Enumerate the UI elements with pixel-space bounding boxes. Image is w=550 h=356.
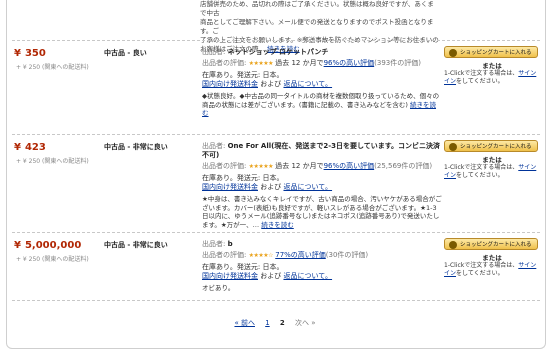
- seller-label: 出品者:: [202, 48, 226, 56]
- add-to-cart-button[interactable]: ショッピングカートに入れる: [444, 140, 538, 152]
- row-divider: [12, 232, 540, 233]
- seller-name[interactable]: b: [228, 240, 233, 248]
- cart-button-label: ショッピングカートに入れる: [460, 50, 532, 56]
- cart-button-label: ショッピングカートに入れる: [460, 242, 532, 248]
- purchase-options: ショッピングカートに入れる または 1-Clickで注文する場合は、サインインを…: [444, 140, 540, 180]
- offer-price: ¥5,000,000: [14, 240, 82, 251]
- offer-price: ¥350: [14, 48, 46, 59]
- or-label: または: [482, 156, 502, 164]
- oneclick-suffix: をしてください。: [456, 270, 504, 277]
- rating-link[interactable]: 77%の高い評価: [275, 251, 326, 259]
- rating-label: 出品者の評価:: [202, 59, 247, 67]
- seller-name[interactable]: One For All(現在、発送まで2-3日を要しています。コンビニ決済不可): [202, 142, 440, 159]
- item-condition: 中古品 - 非常に良い: [104, 241, 168, 249]
- purchase-options: ショッピングカートに入れる または 1-Clickで注文する場合は、サインインを…: [444, 46, 540, 86]
- shipping-rates-link[interactable]: 国内向け発送料金: [202, 183, 258, 191]
- rating-period: 過去 12 か月で: [275, 59, 324, 67]
- or-label: または: [482, 254, 502, 262]
- seller-label: 出品者:: [202, 240, 226, 248]
- stock-status: 在庫あり。発送元: 日本。: [202, 263, 284, 271]
- add-to-cart-button[interactable]: ショッピングカートに入れる: [444, 46, 538, 58]
- current-page: 2: [279, 319, 285, 327]
- item-condition: 中古品 - 非常に良い: [104, 143, 168, 151]
- cart-button-label: ショッピングカートに入れる: [460, 144, 532, 150]
- row-divider: [12, 134, 540, 135]
- add-to-cart-button[interactable]: ショッピングカートに入れる: [444, 238, 538, 250]
- seller-name[interactable]: ネットショップ ロケットパンチ: [228, 48, 329, 56]
- purchase-options: ショッピングカートに入れる または 1-Clickで注文する場合は、サインインを…: [444, 238, 540, 278]
- description-line: 店舗併売のため、品切れの際はご了承ください。状態は概ね良好ですが、あくまで中古: [200, 0, 434, 17]
- description-line: 商品としてご理解下さい。メール便での発送となりますのでポスト投函となります。ご: [200, 18, 434, 35]
- seller-label: 出品者:: [202, 142, 226, 150]
- returns-link[interactable]: 返品について。: [283, 80, 332, 88]
- oneclick-prefix: 1-Clickで注文する場合は、: [444, 70, 519, 77]
- item-condition: 中古品 - 良い: [104, 49, 147, 57]
- rating-stars-icon: ★★★★★: [248, 60, 274, 67]
- and-text: および: [260, 80, 282, 88]
- and-text: および: [260, 183, 282, 191]
- offer-description: ◆状態良好。◆中古品の同一タイトルの商材を複数個取り扱っているため、個々の商品の…: [202, 92, 440, 109]
- seller-info: 出品者: b 出品者の評価: ★★★★☆ 77%の高い評価(30件の評価) 在庫…: [202, 240, 442, 293]
- oneclick-prefix: 1-Clickで注文する場合は、: [444, 164, 519, 171]
- prev-page-link[interactable]: « 前へ: [234, 319, 255, 327]
- pagination: « 前へ 1 2 次へ »: [0, 318, 550, 328]
- cart-icon: [449, 142, 457, 151]
- price-value: 350: [24, 48, 46, 59]
- rating-count: (25,569件の評価): [374, 162, 433, 170]
- one-click-note: 1-Clickで注文する場合は、サインインをしてください。: [444, 70, 540, 86]
- rating-link[interactable]: 96%の高い評価: [324, 162, 375, 170]
- returns-link[interactable]: 返品について。: [283, 272, 332, 280]
- shipping-rates-link[interactable]: 国内向け発送料金: [202, 80, 258, 88]
- cart-icon: [449, 48, 457, 57]
- price-value: 423: [24, 142, 46, 153]
- stock-status: 在庫あり。発送元: 日本。: [202, 174, 284, 182]
- price-value: 5,000,000: [24, 240, 82, 251]
- rating-count: (30件の評価): [325, 251, 369, 259]
- row-divider: [12, 300, 540, 301]
- shipping-fee: + ¥ 250 (関東への配送料): [16, 158, 89, 165]
- oneclick-suffix: をしてください。: [456, 172, 504, 179]
- rating-link[interactable]: 96%の高い評価: [324, 59, 375, 67]
- rating-count: (393件の評価): [374, 59, 421, 67]
- returns-link[interactable]: 返品について。: [283, 183, 332, 191]
- offer-description: オビあり。: [202, 284, 235, 292]
- rating-label: 出品者の評価:: [202, 162, 247, 170]
- stock-status: 在庫あり。発送元: 日本。: [202, 71, 284, 79]
- offer-description: ★中身は、書き込みなくキレイですが、古い商品の場合、汚いヤケがある場合がございま…: [202, 195, 442, 229]
- rating-stars-icon: ★★★★☆: [248, 252, 274, 259]
- seller-info: 出品者: ネットショップ ロケットパンチ 出品者の評価: ★★★★★ 過去 12…: [202, 48, 442, 118]
- read-more-link[interactable]: 続きを読む: [261, 221, 294, 229]
- one-click-note: 1-Clickで注文する場合は、サインインをしてください。: [444, 262, 540, 278]
- oneclick-prefix: 1-Clickで注文する場合は、: [444, 262, 519, 269]
- row-divider: [12, 40, 540, 41]
- offer-price: ¥423: [14, 142, 46, 153]
- shipping-fee: + ¥ 250 (関東への配送料): [16, 256, 89, 263]
- page-1-link[interactable]: 1: [265, 319, 269, 327]
- rating-period: 過去 12 か月で: [275, 162, 324, 170]
- one-click-note: 1-Clickで注文する場合は、サインインをしてください。: [444, 164, 540, 180]
- or-label: または: [482, 62, 502, 70]
- seller-info: 出品者: One For All(現在、発送まで2-3日を要しています。コンビニ…: [202, 142, 442, 229]
- oneclick-suffix: をしてください。: [456, 78, 504, 85]
- cart-icon: [449, 240, 457, 249]
- shipping-rates-link[interactable]: 国内向け発送料金: [202, 272, 258, 280]
- and-text: および: [260, 272, 282, 280]
- next-page-label: 次へ »: [295, 319, 316, 327]
- rating-stars-icon: ★★★★★: [248, 163, 274, 170]
- previous-offer-description: 店舗併売のため、品切れの際はご了承ください。状態は概ね良好ですが、あくまで中古 …: [200, 0, 440, 54]
- shipping-fee: + ¥ 250 (関東への配送料): [16, 64, 89, 71]
- rating-label: 出品者の評価:: [202, 251, 247, 259]
